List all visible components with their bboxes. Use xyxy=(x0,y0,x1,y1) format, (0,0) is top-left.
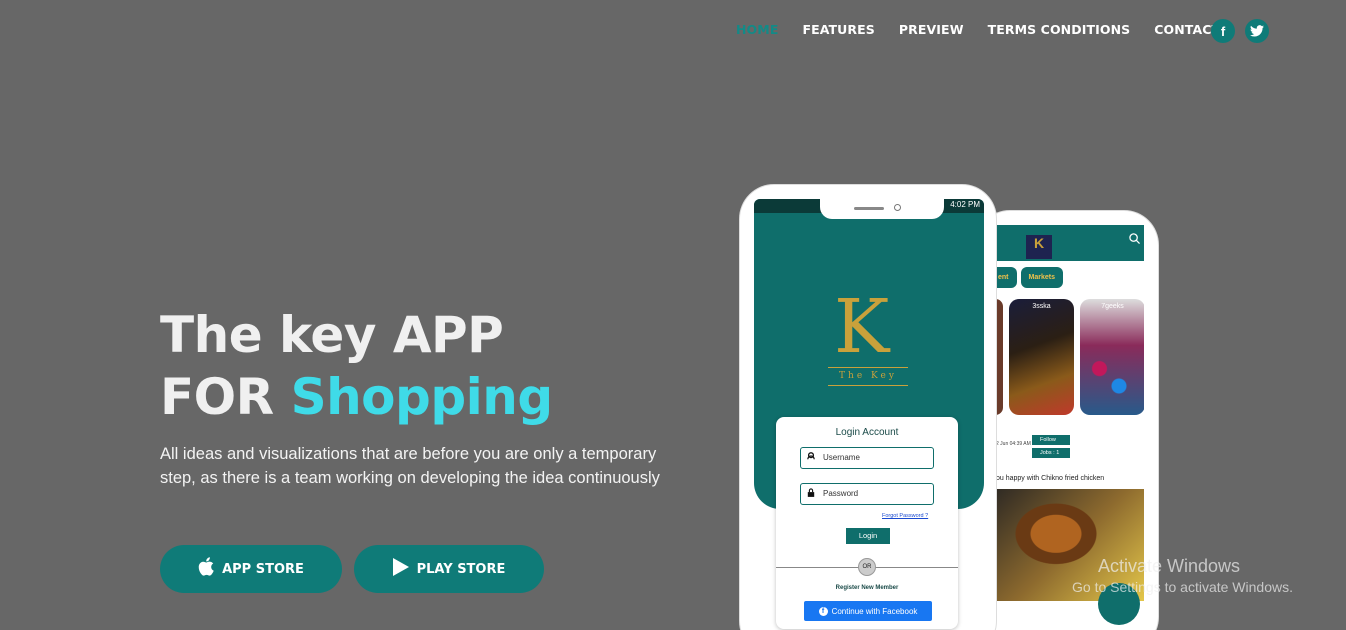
nav-terms-conditions[interactable]: TERMS CONDITIONS xyxy=(988,22,1131,37)
play-store-label: PLAY STORE xyxy=(416,561,506,577)
username-field[interactable]: Username xyxy=(800,447,934,469)
logo-divider xyxy=(828,367,908,368)
play-icon xyxy=(392,557,409,581)
category-chips: ent Markets xyxy=(996,267,1067,288)
status-time: 4:02 PM xyxy=(950,200,980,209)
windows-activation-watermark: Activate Windows Go to Settings to activ… xyxy=(1072,556,1293,595)
hero-title-line1: The key APP xyxy=(160,306,504,364)
app-header: K xyxy=(996,225,1144,261)
app-logo: K xyxy=(1026,235,1052,259)
post-text: ou happy with Chikno fried chicken xyxy=(996,475,1105,482)
watermark-subtitle: Go to Settings to activate Windows. xyxy=(1072,579,1293,595)
password-field[interactable]: Password xyxy=(800,483,934,505)
continue-with-facebook-button[interactable]: f Continue with Facebook xyxy=(804,601,932,621)
facebook-icon: f xyxy=(818,606,828,616)
logo-divider xyxy=(828,385,908,386)
the-key-logo: K xyxy=(834,284,890,370)
nav-home[interactable]: HOME xyxy=(736,22,778,37)
chip-markets[interactable]: Markets xyxy=(1020,267,1063,288)
post-time: 2 Jun 04:39 AM xyxy=(996,441,1031,447)
hero-description: All ideas and visualizations that are be… xyxy=(160,445,660,487)
user-icon xyxy=(807,452,815,462)
twitter-icon[interactable] xyxy=(1245,19,1269,43)
hero-title-prefix: FOR xyxy=(160,368,291,426)
password-placeholder: Password xyxy=(823,489,859,498)
store-name: 3sska xyxy=(1032,303,1051,310)
login-title: Login Account xyxy=(835,427,899,438)
hero-title-accent: Shopping xyxy=(290,368,554,426)
play-store-button[interactable]: PLAY STORE xyxy=(354,545,544,593)
nav-features[interactable]: FEATURES xyxy=(802,22,874,37)
phone-mockup-front: 4:02 PM K The Key Login Account Username… xyxy=(740,185,996,630)
app-store-label: APP STORE xyxy=(222,561,304,577)
social-links: f xyxy=(1211,19,1279,43)
watermark-title: Activate Windows xyxy=(1098,556,1241,576)
store-card[interactable]: 7geeks xyxy=(1080,299,1144,415)
facebook-icon[interactable]: f xyxy=(1211,19,1235,43)
store-card[interactable] xyxy=(996,299,1003,415)
or-badge: OR xyxy=(858,558,876,576)
apple-icon xyxy=(198,557,214,581)
search-icon[interactable] xyxy=(1129,233,1140,247)
logo-text: The Key xyxy=(839,371,897,381)
post-actions: Follow Jobs : 1 xyxy=(1032,435,1070,461)
register-link[interactable]: Register New Member xyxy=(776,585,958,591)
login-button[interactable]: Login xyxy=(846,528,890,544)
username-placeholder: Username xyxy=(823,453,860,462)
login-screen: 4:02 PM K The Key Login Account Username… xyxy=(754,199,984,630)
main-nav: HOME FEATURES PREVIEW TERMS CONDITIONS C… xyxy=(736,22,1244,37)
camera xyxy=(894,204,901,211)
login-card: Login Account Username Password Forgot P… xyxy=(776,417,958,629)
lock-icon xyxy=(807,488,815,499)
jobs-button[interactable]: Jobs : 1 xyxy=(1032,448,1070,458)
hero-title: The key APP FOR Shopping xyxy=(160,304,553,428)
store-card[interactable]: 3sska xyxy=(1009,299,1074,415)
phone-notch xyxy=(820,199,944,219)
app-store-button[interactable]: APP STORE xyxy=(160,545,342,593)
chip-item[interactable]: ent xyxy=(996,267,1017,288)
speaker xyxy=(854,207,884,210)
nav-preview[interactable]: PREVIEW xyxy=(899,22,964,37)
follow-button[interactable]: Follow xyxy=(1032,435,1070,445)
forgot-password-link[interactable]: Forgot Password ? xyxy=(882,513,928,519)
facebook-button-label: Continue with Facebook xyxy=(831,606,918,616)
store-cards: 3sska 7geeks xyxy=(996,299,1144,415)
store-name: 7geeks xyxy=(1101,303,1124,310)
